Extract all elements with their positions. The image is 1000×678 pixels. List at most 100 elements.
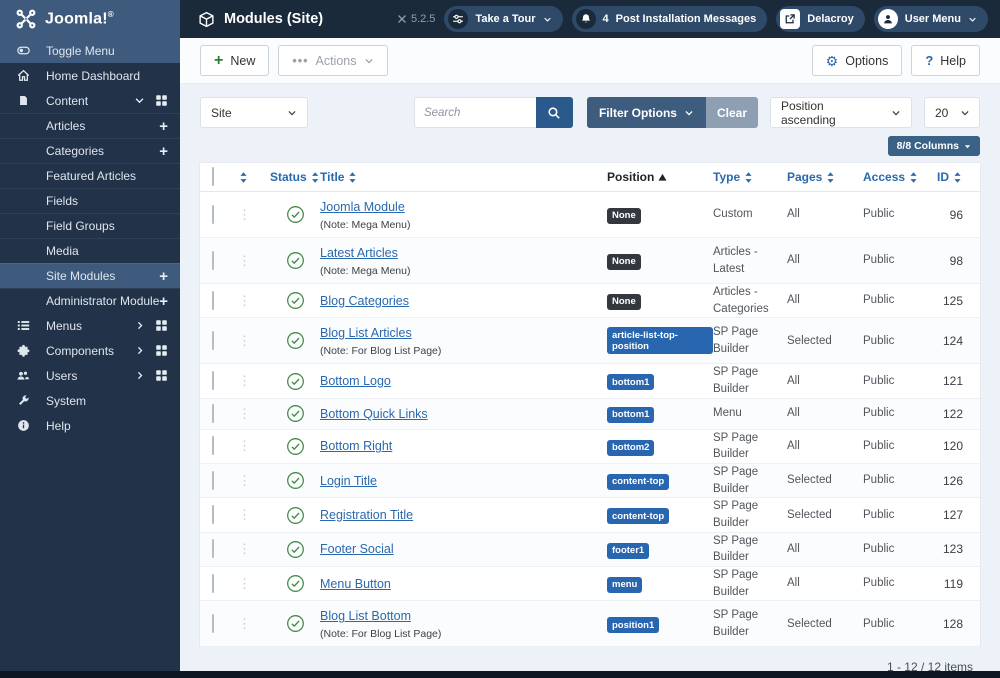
status-published-icon[interactable] xyxy=(286,331,305,350)
title-column-header[interactable]: Title xyxy=(320,170,607,184)
drag-handle-icon[interactable]: ⋮ xyxy=(238,406,251,421)
take-a-tour-button[interactable]: Take a Tour xyxy=(444,6,563,32)
row-checkbox[interactable] xyxy=(212,573,214,593)
sidebar-item-help[interactable]: Help xyxy=(0,413,180,438)
sidebar-item-articles[interactable]: Articles + xyxy=(0,113,180,138)
search-input[interactable] xyxy=(413,97,536,128)
status-column-header[interactable]: Status xyxy=(270,170,320,184)
sidebar-item-administrator-modules[interactable]: Administrator Modules + xyxy=(0,288,180,313)
help-button[interactable]: ? Help xyxy=(911,45,980,76)
sidebar-item-featured-articles[interactable]: Featured Articles xyxy=(0,163,180,188)
sidebar-item-toggle-menu[interactable]: Toggle Menu xyxy=(0,38,180,63)
module-title-link[interactable]: Footer Social xyxy=(320,542,394,556)
drag-handle-icon[interactable]: ⋮ xyxy=(238,616,251,631)
drag-handle-icon[interactable]: ⋮ xyxy=(238,333,251,348)
status-published-icon[interactable] xyxy=(286,540,305,559)
plus-icon[interactable]: + xyxy=(159,269,168,284)
drag-handle-icon[interactable]: ⋮ xyxy=(238,207,251,222)
row-checkbox[interactable] xyxy=(212,290,214,310)
module-title-link[interactable]: Login Title xyxy=(320,474,377,488)
grid-icon[interactable] xyxy=(155,94,168,107)
sidebar-item-system[interactable]: System xyxy=(0,388,180,413)
plus-icon[interactable]: + xyxy=(159,294,168,309)
sidebar-item-menus[interactable]: Menus xyxy=(0,313,180,338)
logo-text: Joomla!® xyxy=(45,9,114,28)
status-published-icon[interactable] xyxy=(286,205,305,224)
plus-icon[interactable]: + xyxy=(159,119,168,134)
filter-options-button[interactable]: Filter Options xyxy=(586,97,706,128)
module-title-link[interactable]: Blog List Bottom xyxy=(320,609,411,623)
module-title-link[interactable]: Registration Title xyxy=(320,508,413,522)
site-preview-button[interactable]: Delacroy xyxy=(776,6,865,32)
status-published-icon[interactable] xyxy=(286,404,305,423)
module-title-link[interactable]: Bottom Quick Links xyxy=(320,407,428,421)
row-checkbox[interactable] xyxy=(212,539,214,559)
status-published-icon[interactable] xyxy=(286,614,305,633)
status-published-icon[interactable] xyxy=(286,471,305,490)
options-button[interactable]: ⚙︎ Options xyxy=(811,45,903,76)
drag-handle-icon[interactable]: ⋮ xyxy=(238,373,251,388)
actions-button[interactable]: ••• Actions xyxy=(278,45,388,76)
module-title-link[interactable]: Bottom Logo xyxy=(320,374,391,388)
sidebar-item-home-dashboard[interactable]: Home Dashboard xyxy=(0,63,180,88)
question-icon: ? xyxy=(925,53,934,68)
row-checkbox[interactable] xyxy=(212,250,214,270)
row-checkbox[interactable] xyxy=(212,371,214,391)
sort-select[interactable]: Position ascending xyxy=(770,97,912,128)
sidebar-item-field-groups[interactable]: Field Groups xyxy=(0,213,180,238)
module-title-link[interactable]: Blog Categories xyxy=(320,294,409,308)
module-title-link[interactable]: Latest Articles xyxy=(320,246,398,260)
pages-column-header[interactable]: Pages xyxy=(787,170,863,184)
select-all-checkbox[interactable] xyxy=(212,167,214,186)
status-published-icon[interactable] xyxy=(286,251,305,270)
post-installation-messages-button[interactable]: 4 Post Installation Messages xyxy=(571,6,768,32)
status-published-icon[interactable] xyxy=(286,437,305,456)
plus-icon[interactable]: + xyxy=(159,144,168,159)
module-title-link[interactable]: Joomla Module xyxy=(320,200,405,214)
drag-handle-icon[interactable]: ⋮ xyxy=(238,473,251,488)
user-menu-button[interactable]: User Menu xyxy=(873,6,988,32)
client-select[interactable]: Site xyxy=(200,97,308,128)
grid-icon[interactable] xyxy=(155,369,168,382)
module-title-link[interactable]: Bottom Right xyxy=(320,439,392,453)
sidebar-item-fields[interactable]: Fields xyxy=(0,188,180,213)
search-button[interactable] xyxy=(535,97,573,128)
drag-handle-icon[interactable]: ⋮ xyxy=(238,507,251,522)
status-published-icon[interactable] xyxy=(286,574,305,593)
columns-button[interactable]: 8/8 Columns xyxy=(887,136,980,156)
row-checkbox[interactable] xyxy=(212,436,214,456)
row-checkbox[interactable] xyxy=(212,470,214,490)
row-checkbox[interactable] xyxy=(212,330,214,350)
list-limit-select[interactable]: 20 xyxy=(924,97,980,128)
type-column-header[interactable]: Type xyxy=(713,170,787,184)
position-column-header[interactable]: Position xyxy=(607,170,713,184)
ordering-column-header[interactable] xyxy=(238,171,270,184)
status-published-icon[interactable] xyxy=(286,291,305,310)
row-checkbox[interactable] xyxy=(212,505,214,525)
id-column-header[interactable]: ID xyxy=(925,170,980,184)
drag-handle-icon[interactable]: ⋮ xyxy=(238,253,251,268)
module-title-link[interactable]: Blog List Articles xyxy=(320,326,412,340)
grid-icon[interactable] xyxy=(155,319,168,332)
row-checkbox[interactable] xyxy=(212,204,214,224)
drag-handle-icon[interactable]: ⋮ xyxy=(238,541,251,556)
clear-button[interactable]: Clear xyxy=(705,97,758,128)
sidebar-item-content[interactable]: Content xyxy=(0,88,180,113)
new-button[interactable]: + New xyxy=(200,45,270,76)
access-column-header[interactable]: Access xyxy=(863,170,925,184)
sidebar-item-media[interactable]: Media xyxy=(0,238,180,263)
sidebar-item-site-modules[interactable]: Site Modules + xyxy=(0,263,180,288)
row-checkbox[interactable] xyxy=(212,613,214,633)
drag-handle-icon[interactable]: ⋮ xyxy=(238,576,251,591)
sidebar-item-categories[interactable]: Categories + xyxy=(0,138,180,163)
row-checkbox[interactable] xyxy=(212,403,214,423)
module-title-link[interactable]: Menu Button xyxy=(320,577,391,591)
status-published-icon[interactable] xyxy=(286,506,305,525)
access-cell: Public xyxy=(863,407,895,420)
drag-handle-icon[interactable]: ⋮ xyxy=(238,293,251,308)
grid-icon[interactable] xyxy=(155,344,168,357)
sidebar-item-components[interactable]: Components xyxy=(0,338,180,363)
drag-handle-icon[interactable]: ⋮ xyxy=(238,438,251,453)
sidebar-item-users[interactable]: Users xyxy=(0,363,180,388)
status-published-icon[interactable] xyxy=(286,372,305,391)
